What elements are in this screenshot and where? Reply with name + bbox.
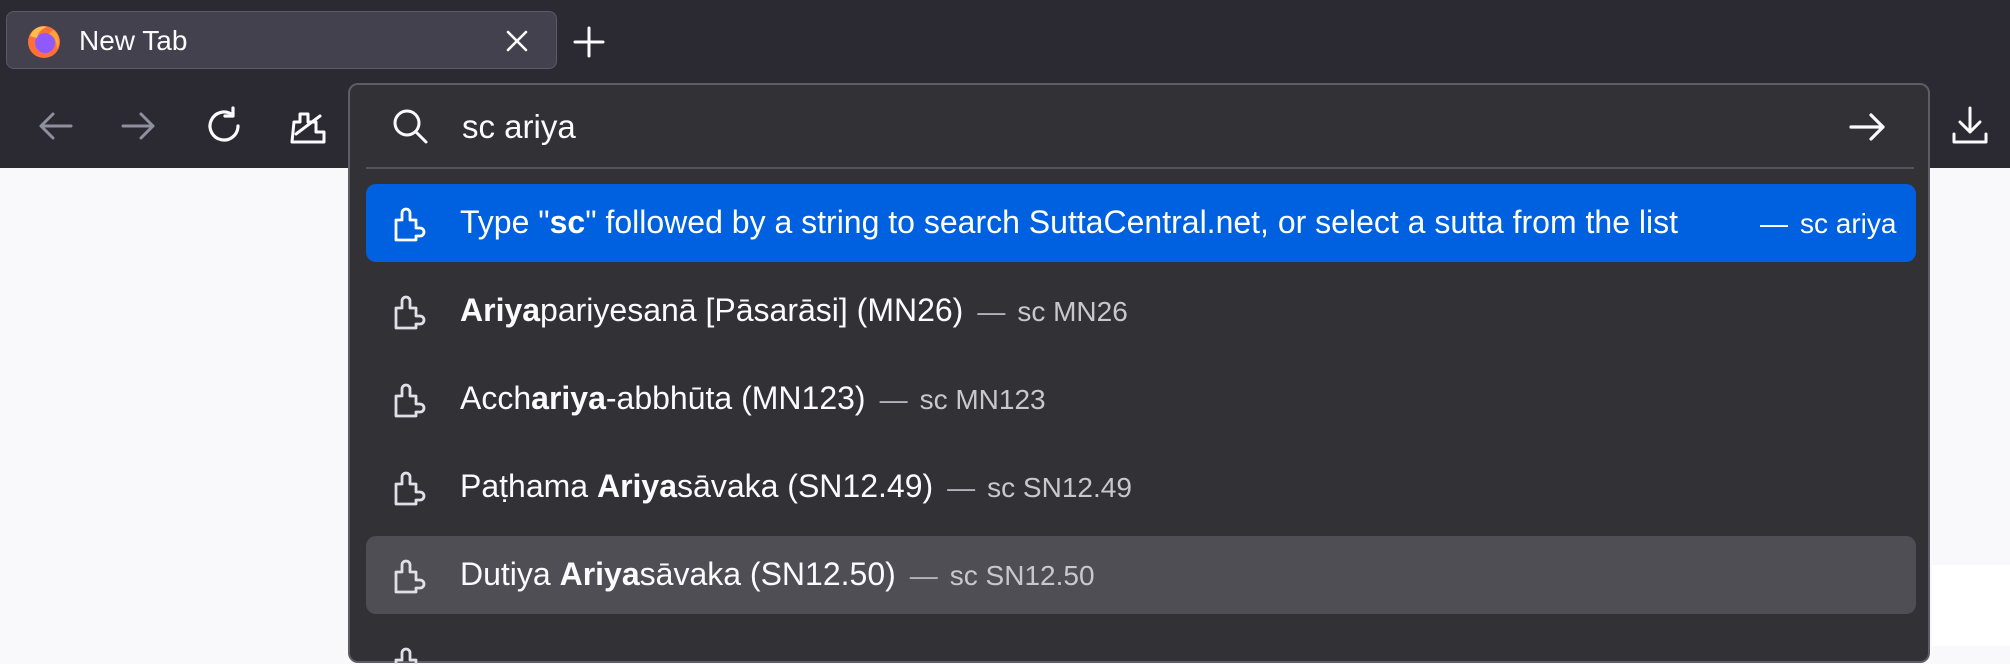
result-title: Type "sc" followed by a string to search… — [460, 202, 1816, 242]
firefox-logo-icon — [28, 26, 60, 58]
toolbar-extension-button[interactable] — [286, 104, 330, 148]
urlbar-popup: Type "sc" followed by a string to search… — [348, 83, 1930, 664]
result-dash: — — [879, 384, 908, 415]
urlbar-divider — [366, 167, 1914, 169]
result-url: sc ariya — [1800, 208, 1897, 239]
result-row[interactable]: Paṭhama Ariyasāvaka (SN12.49) — sc SN12.49 — [366, 448, 1916, 526]
tab-strip: New Tab — [0, 0, 2010, 84]
result-title-match: ariya — [531, 380, 606, 416]
close-icon[interactable] — [503, 27, 531, 55]
result-title-match: Ariya — [596, 468, 678, 504]
result-title-suffix: -abbhūta (MN123) — [605, 380, 866, 416]
result-title-suffix: sāvaka (SN12.50) — [639, 556, 896, 592]
result-url: sc SN12.50 — [949, 560, 1095, 591]
back-arrow-icon — [39, 112, 73, 140]
result-title-match: Ariya — [559, 556, 640, 592]
result-title-suffix: " followed by a string to search SuttaCe… — [585, 204, 1678, 240]
result-title: Acchariya-abbhūta (MN123) — sc MN123 — [460, 378, 1046, 420]
extension-puzzle-icon — [394, 207, 426, 242]
go-arrow-icon[interactable] — [1847, 106, 1889, 148]
result-url: sc SN12.49 — [987, 472, 1132, 503]
result-row-search-hint[interactable]: Type "sc" followed by a string to search… — [366, 184, 1916, 262]
result-title: Ariyapariyesanā [Pāsarāsi] (MN26) — sc MN2… — [460, 290, 1128, 332]
result-title-prefix: Type " — [460, 204, 550, 240]
result-title-prefix: Dutiya — [460, 556, 560, 592]
extension-icon — [290, 112, 326, 144]
result-action: — sc ariya — [1760, 206, 1896, 242]
page-content — [1932, 565, 2010, 646]
result-row-hovered[interactable]: Dutiya Ariyasāvaka (SN12.50) — sc SN12.50 — [366, 536, 1916, 614]
result-title-prefix: Acch — [460, 380, 532, 416]
result-row[interactable]: Acchariya-abbhūta (MN123) — sc MN123 — [366, 360, 1916, 438]
download-icon[interactable] — [1948, 104, 1992, 148]
extension-puzzle-icon — [394, 471, 426, 506]
result-row[interactable]: Ariyapariyesanā [Pāsarāsi] (MN26) — sc MN2… — [366, 272, 1916, 350]
extension-puzzle-icon — [394, 559, 426, 594]
forward-arrow-icon — [121, 112, 155, 140]
result-title-suffix: pariyesanā [Pāsarāsi] (MN26) — [540, 292, 964, 328]
result-row-partial[interactable] — [366, 624, 1916, 664]
back-button[interactable] — [33, 104, 77, 148]
forward-button[interactable] — [117, 104, 161, 148]
extension-puzzle-icon — [394, 647, 418, 664]
reload-button[interactable] — [202, 104, 246, 148]
result-dash: — — [1760, 208, 1788, 239]
result-title: Dutiya Ariyasāvaka (SN12.50) — sc SN12.50 — [460, 554, 1095, 596]
result-dash: — — [947, 472, 976, 503]
result-dash: — — [977, 296, 1006, 327]
result-title: Paṭhama Ariyasāvaka (SN12.49) — sc SN12.49 — [460, 466, 1132, 508]
extension-puzzle-icon — [394, 295, 426, 330]
result-title-match: sc — [549, 204, 586, 240]
result-url: sc MN123 — [919, 384, 1046, 415]
tab-new-tab[interactable]: New Tab — [6, 11, 557, 69]
result-dash: — — [909, 560, 938, 591]
result-title-suffix: sāvaka (SN12.49) — [677, 468, 934, 504]
result-title-prefix: Paṭhama — [460, 468, 597, 504]
result-title-match: Ariya — [460, 292, 541, 328]
new-tab-plus-icon[interactable] — [571, 24, 607, 60]
reload-icon — [208, 106, 240, 142]
search-icon — [393, 109, 428, 144]
url-input[interactable] — [460, 99, 1724, 155]
result-url: sc MN26 — [1017, 296, 1128, 327]
extension-puzzle-icon — [394, 383, 426, 418]
tab-title: New Tab — [79, 25, 188, 56]
